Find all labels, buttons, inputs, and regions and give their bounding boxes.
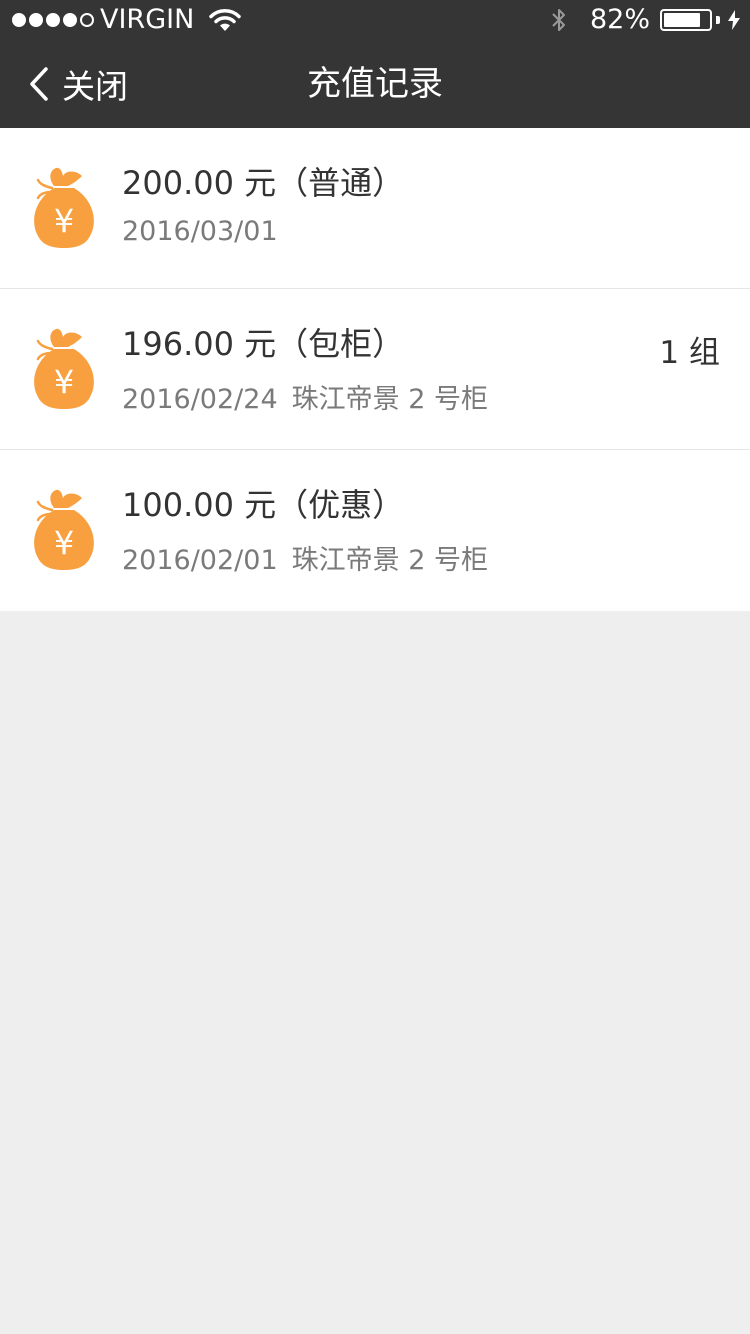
carrier-name: VIRGIN: [100, 4, 195, 35]
signal-dot: [29, 13, 43, 27]
signal-dot: [12, 13, 26, 27]
charging-bolt-icon: [728, 10, 740, 30]
record-date: 2016/03/01: [122, 216, 278, 247]
record-location: 珠江帝景 2 号柜: [291, 384, 488, 415]
signal-dot: [63, 13, 77, 27]
record-date: 2016/02/01: [122, 545, 278, 576]
signal-strength-icon: [12, 13, 94, 27]
record-detail: 2016/03/01: [122, 216, 292, 247]
wifi-icon: [209, 9, 242, 31]
battery-percent: 82%: [589, 4, 650, 35]
record-date: 2016/02/24: [122, 384, 278, 415]
battery-fill: [664, 13, 701, 27]
record-detail: 2016/02/24 珠江帝景 2 号柜: [122, 377, 488, 416]
money-bag-icon: ¥: [34, 489, 94, 570]
signal-dot: [46, 13, 60, 27]
svg-text:¥: ¥: [54, 202, 74, 240]
signal-dot: [80, 13, 94, 27]
recharge-record-item[interactable]: ¥ 196.00 元（包柜） 2016/02/24 珠江帝景 2 号柜 1 组: [0, 289, 750, 450]
recharge-record-item[interactable]: ¥ 200.00 元（普通） 2016/03/01: [0, 128, 750, 289]
status-right-group: 82%: [550, 0, 740, 40]
record-amount: 100.00 元（优惠）: [122, 486, 405, 524]
svg-text:¥: ¥: [54, 363, 74, 401]
close-label: 关闭: [62, 67, 128, 106]
battery-icon: [660, 9, 712, 31]
carrier-group: VIRGIN: [12, 0, 242, 40]
record-amount: 200.00 元（普通）: [122, 164, 405, 202]
recharge-record-list: ¥ 200.00 元（普通） 2016/03/01 ¥ 196.00 元（包柜）…: [0, 128, 750, 611]
svg-text:¥: ¥: [54, 524, 74, 562]
bluetooth-icon: [552, 9, 565, 31]
record-quantity: 1 组: [659, 335, 720, 371]
status-bar: VIRGIN 82%: [0, 0, 750, 40]
money-bag-icon: ¥: [34, 328, 94, 409]
recharge-record-item[interactable]: ¥ 100.00 元（优惠） 2016/02/01 珠江帝景 2 号柜: [0, 450, 750, 611]
chevron-left-icon: [30, 67, 48, 101]
header: VIRGIN 82% 关闭 充值记录: [0, 0, 750, 128]
record-amount: 196.00 元（包柜）: [122, 325, 405, 363]
money-bag-icon: ¥: [34, 167, 94, 248]
close-back-button[interactable]: 关闭: [28, 40, 128, 128]
battery-tip: [716, 16, 720, 24]
record-detail: 2016/02/01 珠江帝景 2 号柜: [122, 538, 488, 577]
record-location: 珠江帝景 2 号柜: [291, 545, 488, 576]
navigation-bar: 关闭 充值记录: [0, 40, 750, 128]
